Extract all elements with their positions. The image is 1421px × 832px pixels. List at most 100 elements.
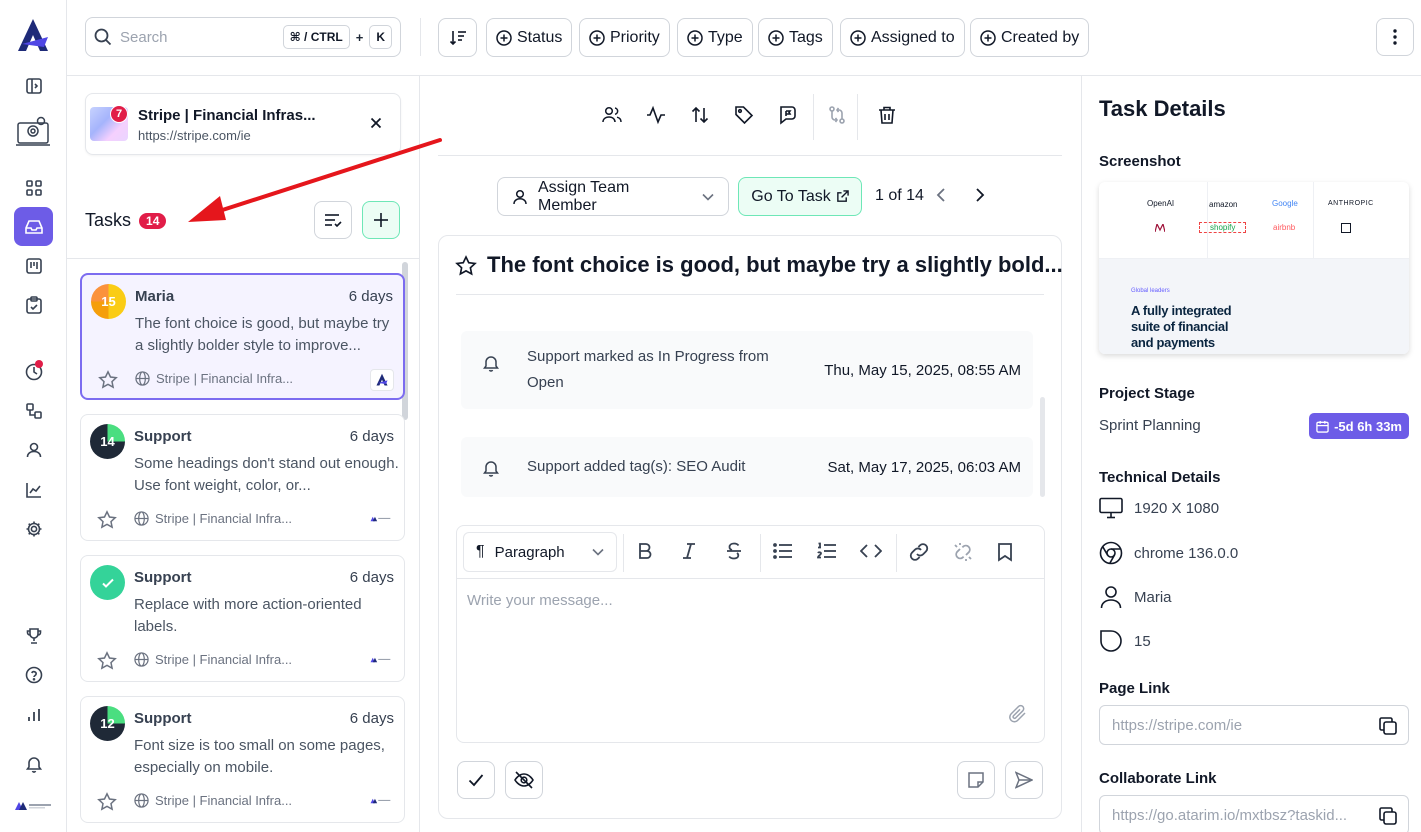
collaborate-link-field[interactable]: https://go.atarim.io/mxtbsz?taskid... (1099, 795, 1409, 832)
filter-priority-button[interactable]: Priority (579, 18, 670, 57)
more-menu-button[interactable] (1376, 18, 1414, 56)
due-date-value: -5d 6h 33m (1334, 418, 1402, 434)
star-icon[interactable] (97, 510, 117, 530)
tag-icon[interactable] (734, 105, 754, 125)
bell-icon[interactable] (14, 744, 53, 783)
workflow-icon[interactable] (14, 391, 53, 430)
filter-tags-button[interactable]: Tags (758, 18, 833, 57)
task-list: 15 Maria 6 days The font choice is good,… (67, 258, 420, 832)
bell-icon (483, 459, 499, 477)
flag-message-icon[interactable] (778, 105, 798, 125)
atarim-logo[interactable] (14, 17, 52, 55)
close-icon[interactable] (370, 117, 382, 129)
star-icon[interactable] (98, 370, 118, 390)
activity-scrollbar[interactable] (1040, 397, 1045, 497)
page-link-field[interactable]: https://stripe.com/ie (1099, 705, 1409, 745)
task-toolbar (420, 76, 1081, 156)
browser-value: chrome 136.0.0 (1134, 544, 1239, 562)
settings-monitor-icon[interactable] (12, 112, 54, 151)
strikethrough-icon[interactable] (725, 542, 743, 560)
agency-logo[interactable] (14, 800, 54, 812)
send-button[interactable] (1005, 761, 1043, 799)
star-icon[interactable] (97, 651, 117, 671)
divider (438, 155, 1062, 156)
link-icon[interactable] (908, 542, 930, 562)
send-icon (1015, 771, 1033, 789)
italic-icon[interactable] (681, 542, 697, 560)
tasks-label: Tasks (85, 210, 132, 230)
task-screenshot[interactable]: OpenAI amazon Google ANTHROPIC shopify a… (1099, 182, 1409, 354)
star-icon[interactable] (97, 792, 117, 812)
shortcut-plus: + (355, 29, 364, 45)
note-button[interactable] (957, 761, 995, 799)
agency-logo-icon (370, 515, 392, 523)
task-item[interactable]: Support 6 days Replace with more action-… (80, 555, 405, 682)
site-title: Stripe | Financial Infras... (138, 107, 316, 124)
plus-circle-icon (768, 29, 784, 46)
divider (896, 534, 897, 572)
gear-icon[interactable] (14, 509, 53, 548)
due-date-badge[interactable]: -5d 6h 33m (1309, 413, 1409, 439)
star-icon[interactable] (455, 255, 477, 277)
globe-icon (134, 652, 149, 667)
code-icon[interactable] (860, 542, 882, 560)
search-bar[interactable]: Search ⌘ / CTRL + K (85, 17, 401, 57)
task-item[interactable]: 12 Support 6 days Font size is too small… (80, 696, 405, 823)
globe-icon (134, 793, 149, 808)
trash-icon[interactable] (877, 105, 897, 125)
bullet-list-icon[interactable] (773, 542, 793, 560)
search-input[interactable]: Search (120, 29, 283, 46)
block-type-dropdown[interactable]: ¶ Paragraph (463, 532, 617, 572)
go-to-task-button[interactable]: Go To Task (738, 177, 862, 216)
line-chart-icon[interactable] (14, 470, 53, 509)
screenshot-hero: Global leaders A fully integrated suite … (1099, 259, 1409, 354)
git-compare-icon[interactable] (827, 105, 847, 125)
technical-details-heading: Technical Details (1099, 469, 1221, 486)
users-icon[interactable] (602, 105, 622, 125)
filter-assigned-button[interactable]: Assigned to (840, 18, 965, 57)
trophy-icon[interactable] (14, 616, 53, 655)
numbered-list-icon[interactable] (817, 542, 837, 560)
kebab-icon (1393, 29, 1397, 45)
project-stage-heading: Project Stage (1099, 385, 1195, 402)
paperclip-icon[interactable] (1008, 704, 1028, 724)
clipboard-check-icon[interactable] (14, 285, 53, 324)
project-stage-value: Sprint Planning (1099, 417, 1201, 434)
assign-team-member-dropdown[interactable]: Assign Team Member (497, 177, 729, 216)
divider (857, 94, 858, 140)
filter-type-button[interactable]: Type (677, 18, 753, 57)
activity-item: Support marked as In Progress from Open … (461, 331, 1033, 409)
grid-icon[interactable] (14, 168, 53, 207)
chevron-left-icon[interactable] (936, 187, 946, 203)
filter-status-button[interactable]: Status (486, 18, 573, 57)
chevron-down-icon (592, 548, 604, 556)
task-item[interactable]: 14 Support 6 days Some headings don't st… (80, 414, 405, 541)
divider (813, 94, 814, 140)
board-icon[interactable] (14, 246, 53, 285)
activity-icon[interactable] (646, 105, 666, 125)
arrows-up-down-icon[interactable] (690, 105, 710, 125)
bar-chart-icon[interactable] (14, 695, 53, 734)
hide-button[interactable] (505, 761, 543, 799)
chevron-down-icon (702, 193, 714, 201)
inbox-icon[interactable] (14, 207, 53, 246)
task-text: The font choice is good, but maybe try a… (135, 315, 390, 354)
bold-icon[interactable] (637, 542, 653, 560)
task-item[interactable]: 15 Maria 6 days The font choice is good,… (80, 273, 405, 400)
user-icon[interactable] (14, 430, 53, 469)
globe-icon (135, 371, 150, 386)
sort-button[interactable] (438, 18, 477, 57)
mark-complete-button[interactable] (457, 761, 495, 799)
shortcut-mod-key: ⌘ / CTRL (282, 25, 350, 49)
clock-icon[interactable] (14, 352, 53, 391)
bookmark-icon[interactable] (997, 542, 1013, 562)
unlink-icon[interactable] (952, 542, 974, 562)
chevron-right-icon[interactable] (975, 187, 985, 203)
copy-icon[interactable] (1378, 716, 1398, 736)
message-input[interactable]: Write your message... (467, 592, 613, 609)
copy-icon[interactable] (1378, 806, 1398, 826)
filter-created-button[interactable]: Created by (970, 18, 1090, 57)
collaborate-link-heading: Collaborate Link (1099, 770, 1217, 787)
toggle-sidebar-icon[interactable] (14, 66, 53, 105)
help-icon[interactable] (14, 655, 53, 694)
